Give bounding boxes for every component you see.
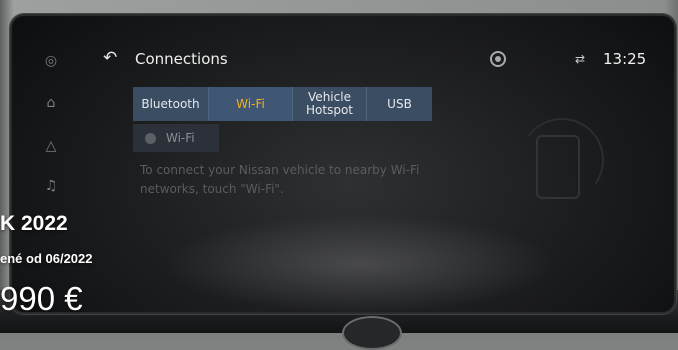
tab-wifi[interactable]: Wi-Fi (209, 87, 293, 121)
gear-icon[interactable] (490, 51, 506, 67)
listing-price: 990 € (0, 280, 83, 317)
music-icon[interactable]: ♫ (40, 175, 62, 197)
warning-icon[interactable]: △ (40, 135, 62, 157)
listing-title: K 2022 (0, 212, 68, 235)
back-arrow-icon[interactable]: ↶ (103, 48, 117, 68)
radio-indicator (145, 132, 156, 144)
connection-tabs: Bluetooth Wi-Fi Vehicle Hotspot USB (133, 87, 432, 121)
page-title: Connections (135, 50, 228, 68)
wifi-toggle-label: Wi-Fi (166, 131, 195, 145)
tab-usb[interactable]: USB (367, 87, 432, 121)
wifi-toggle[interactable]: Wi-Fi (133, 124, 219, 152)
phone-illustration-icon (536, 135, 580, 199)
help-text: To connect your Nissan vehicle to nearby… (140, 163, 420, 196)
tab-vehicle-hotspot[interactable]: Vehicle Hotspot (293, 87, 367, 121)
tab-hotspot-line2: Hotspot (306, 103, 353, 117)
home-icon[interactable]: ⌂ (40, 92, 62, 114)
tab-bluetooth[interactable]: Bluetooth (133, 87, 209, 121)
navigation-icon[interactable]: ◎ (40, 50, 62, 72)
listing-date: ené od 06/2022 (0, 251, 93, 266)
signal-icon: ⇄ (575, 52, 586, 66)
control-knob[interactable] (342, 316, 402, 350)
clock: 13:25 (603, 50, 647, 68)
